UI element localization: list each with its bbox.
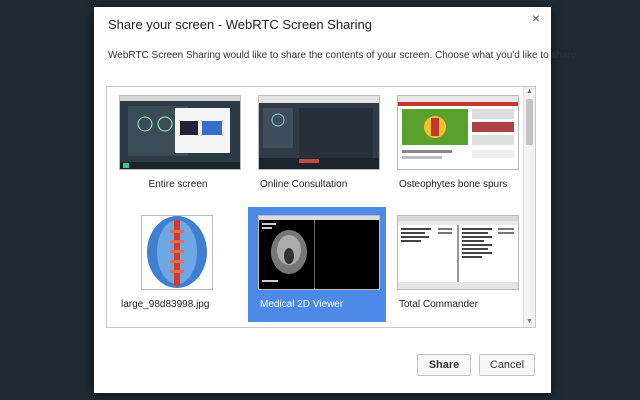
window-thumbnail bbox=[258, 95, 380, 170]
dialog-subtitle: WebRTC Screen Sharing would like to shar… bbox=[108, 50, 580, 61]
source-tile-spine-image[interactable]: large_98d83998.jpg bbox=[109, 207, 247, 322]
spine-image-thumbnail bbox=[141, 215, 213, 290]
browser-thumbnail bbox=[397, 95, 519, 170]
scroll-up-icon[interactable]: ▲ bbox=[524, 87, 535, 97]
desktop-thumbnail bbox=[119, 95, 241, 170]
source-label: Total Commander bbox=[399, 299, 478, 310]
source-tile-osteophytes[interactable]: Osteophytes bone spurs bbox=[387, 87, 525, 202]
dialog-title: Share your screen - WebRTC Screen Sharin… bbox=[108, 17, 372, 32]
source-tile-medical-2d-viewer[interactable]: Medical 2D Viewer bbox=[248, 207, 386, 322]
share-button[interactable]: Share bbox=[417, 354, 471, 376]
source-label: Osteophytes bone spurs bbox=[399, 179, 508, 190]
close-icon[interactable]: × bbox=[529, 11, 543, 25]
source-tile-entire-screen[interactable]: Entire screen bbox=[109, 87, 247, 202]
source-picker: Entire screen Online Consultation Osteop… bbox=[106, 86, 536, 328]
file-manager-thumbnail bbox=[397, 215, 519, 290]
source-tile-total-commander[interactable]: Total Commander bbox=[387, 207, 525, 322]
scroll-down-icon[interactable]: ▼ bbox=[524, 317, 535, 327]
picker-scrollbar[interactable]: ▲ ▼ bbox=[523, 87, 535, 327]
source-label: Medical 2D Viewer bbox=[260, 299, 344, 310]
source-label: large_98d83998.jpg bbox=[121, 299, 210, 310]
scroll-thumb[interactable] bbox=[526, 99, 533, 145]
cancel-button[interactable]: Cancel bbox=[479, 354, 535, 376]
mri-viewer-thumbnail bbox=[258, 215, 380, 290]
source-tile-online-consultation[interactable]: Online Consultation bbox=[248, 87, 386, 202]
source-label: Entire screen bbox=[148, 179, 208, 190]
source-label: Online Consultation bbox=[260, 179, 348, 190]
share-screen-dialog: Share your screen - WebRTC Screen Sharin… bbox=[94, 7, 579, 393]
